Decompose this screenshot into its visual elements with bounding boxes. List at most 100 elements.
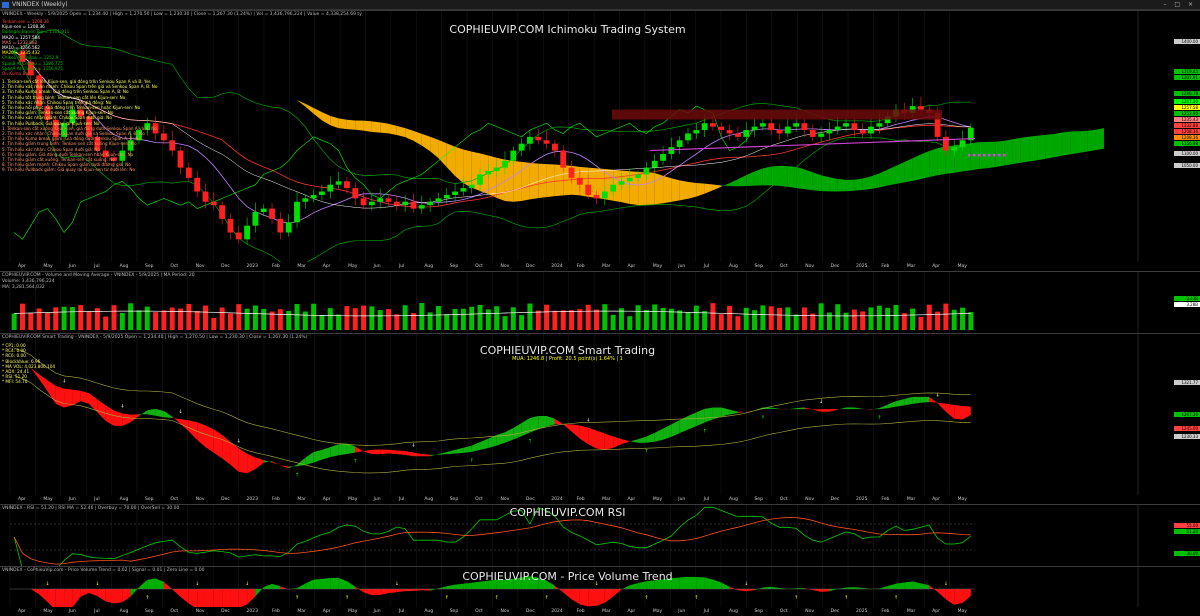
volume-bar — [502, 316, 508, 330]
volume-chart[interactable] — [0, 272, 1200, 333]
x-tick-label: May — [43, 609, 53, 614]
minimize-button[interactable]: – — [1163, 1, 1169, 8]
forecast-dot — [968, 153, 971, 157]
pvt-area-segment — [122, 589, 131, 603]
candle-body — [319, 191, 325, 195]
kumo-cloud-segment — [338, 118, 347, 130]
volume-bar — [627, 316, 633, 330]
x-tick-label: Apr — [932, 264, 940, 269]
maximize-button[interactable]: □ — [1174, 1, 1183, 8]
trend-ribbon-segment — [729, 409, 738, 415]
trend-ribbon-segment — [413, 452, 422, 457]
trend-ribbon-segment — [513, 423, 522, 440]
candle-body — [601, 191, 608, 199]
x-tick-label: Feb — [881, 609, 890, 614]
signal-note: 9. Tín hiệu Pullback giảm: Giá quay lại … — [2, 167, 136, 173]
pvt-signal-arrow: ↑ — [894, 595, 898, 601]
pvt-signal-arrow: ↑ — [694, 595, 698, 601]
rsi-panel[interactable]: VNINDEX - RSI = 51.20 | RSI MA = 52.46 |… — [0, 504, 1200, 566]
x-tick-label: Aug — [729, 264, 738, 269]
volume-bar — [128, 303, 134, 330]
pvt-area-segment — [396, 589, 406, 593]
x-tick-label: Jul — [398, 264, 405, 269]
signal-arrow: ↑ — [877, 415, 881, 421]
kumo-cloud-segment — [546, 164, 555, 198]
x-tick-label: Apr — [322, 609, 331, 614]
volume-bar — [519, 315, 525, 330]
ichimoku-panel[interactable]: VNINDEX - Weekly - 5/9/2025 Open = 1,234… — [0, 10, 1200, 262]
volume-bar — [236, 304, 242, 330]
trend-ribbon-segment — [155, 408, 164, 418]
trend-ribbon-segment — [629, 439, 639, 443]
signal-arrow: ↑ — [761, 415, 765, 421]
trend-ribbon-segment — [405, 450, 414, 457]
pvt-area-segment — [771, 586, 780, 589]
pvt-signal-arrow: ↑ — [445, 595, 449, 601]
pvt-area-segment — [455, 583, 464, 589]
ichimoku-header: VNINDEX - Weekly - 5/9/2025 Open = 1,234… — [2, 12, 362, 17]
candle-body — [518, 143, 525, 151]
volume-bar — [36, 308, 42, 330]
pvt-area-segment — [97, 589, 106, 602]
ichimoku-chart[interactable] — [0, 11, 1200, 262]
x-tick-label: May — [43, 264, 53, 269]
trend-ribbon-segment — [446, 449, 456, 455]
trend-ribbon-segment — [546, 415, 555, 427]
pvt-area-segment — [945, 589, 955, 605]
trend-ribbon-segment — [321, 447, 331, 460]
volume-panel[interactable]: COPHIEUVIP.COM - Volume and Moving Avera… — [0, 271, 1200, 333]
volume-bar — [485, 309, 491, 330]
signal-arrow: ↓ — [120, 403, 124, 409]
volume-bar — [777, 307, 782, 330]
pvt-area-segment — [89, 589, 98, 597]
x-tick-label: Jul — [703, 264, 710, 269]
price-label: 1208.36 — [1174, 135, 1200, 140]
pvt-area-segment — [247, 589, 256, 605]
candle-body — [568, 167, 575, 178]
trend-ribbon-segment — [854, 407, 863, 410]
volume-bar — [702, 311, 708, 330]
volume-bar — [211, 317, 217, 330]
x-tick-label: Feb — [271, 609, 280, 614]
kumo-cloud-segment — [1012, 137, 1021, 165]
window-controls[interactable]: – □ × — [1163, 1, 1196, 8]
trend-ribbon-segment — [721, 407, 730, 417]
kumo-cloud-segment — [729, 179, 738, 187]
candle-body — [235, 232, 242, 240]
volume-bar — [244, 308, 250, 330]
trend-ribbon-segment — [355, 446, 364, 453]
pvt-signal-arrow: ↑ — [295, 595, 299, 601]
trend-ribbon-segment — [579, 425, 589, 445]
kumo-cloud-segment — [371, 121, 381, 133]
trend-ribbon-segment — [821, 409, 830, 412]
volume-bar — [103, 316, 109, 330]
x-tick-label: Apr — [932, 497, 940, 502]
volume-bar — [460, 308, 466, 330]
candle-body — [626, 177, 633, 182]
volume-bar — [153, 312, 159, 330]
close-button[interactable]: × — [1188, 1, 1196, 8]
trend-ribbon-segment — [879, 404, 888, 410]
x-tick-label: May — [957, 497, 967, 502]
candle-body — [951, 147, 958, 151]
x-tick-label: Jul — [94, 497, 100, 502]
volume-bar — [960, 307, 966, 330]
trend-ribbon-segment — [887, 401, 896, 409]
smart-trading-panel[interactable]: ↓ ↓ ↓ ↓ ↑ ↑ ↓ ↑ ↑ ↓ ↑ ↑ ↑ ↓ ↑ ↓ COPHIEUVIP.COM Smart Tr… — [0, 333, 1200, 495]
signal-arrow: ↑ — [703, 429, 707, 435]
kumo-cloud-segment — [280, 96, 289, 99]
trend-ribbon-segment — [829, 409, 838, 412]
volume-bar — [718, 314, 724, 330]
price-label: 1301.91 — [1174, 75, 1200, 80]
trend-ribbon-segment — [272, 461, 281, 466]
pvt-area-segment — [962, 589, 971, 603]
pvt-title: COPHIEUVIP.COM - Price Volume Trend — [462, 570, 673, 583]
forecast-dot — [978, 153, 981, 157]
pvt-panel[interactable]: ↓ ↓ ↑ ↓ ↓ ↑ ↑ ↓ ↑ ↑ ↑ ↓ ↑ ↑ ↓ ↑ ↑ ↑ ↓ VNINDEX - CoPhieuVip… — [0, 566, 1200, 607]
pvt-area-segment — [371, 589, 381, 596]
x-tick-label: Feb — [881, 264, 890, 269]
smart-stat: * MFI: 54.70 — [2, 379, 28, 385]
pvt-area-segment — [812, 589, 822, 592]
x-tick-label: Sep — [449, 609, 459, 614]
candle-body — [418, 205, 425, 209]
